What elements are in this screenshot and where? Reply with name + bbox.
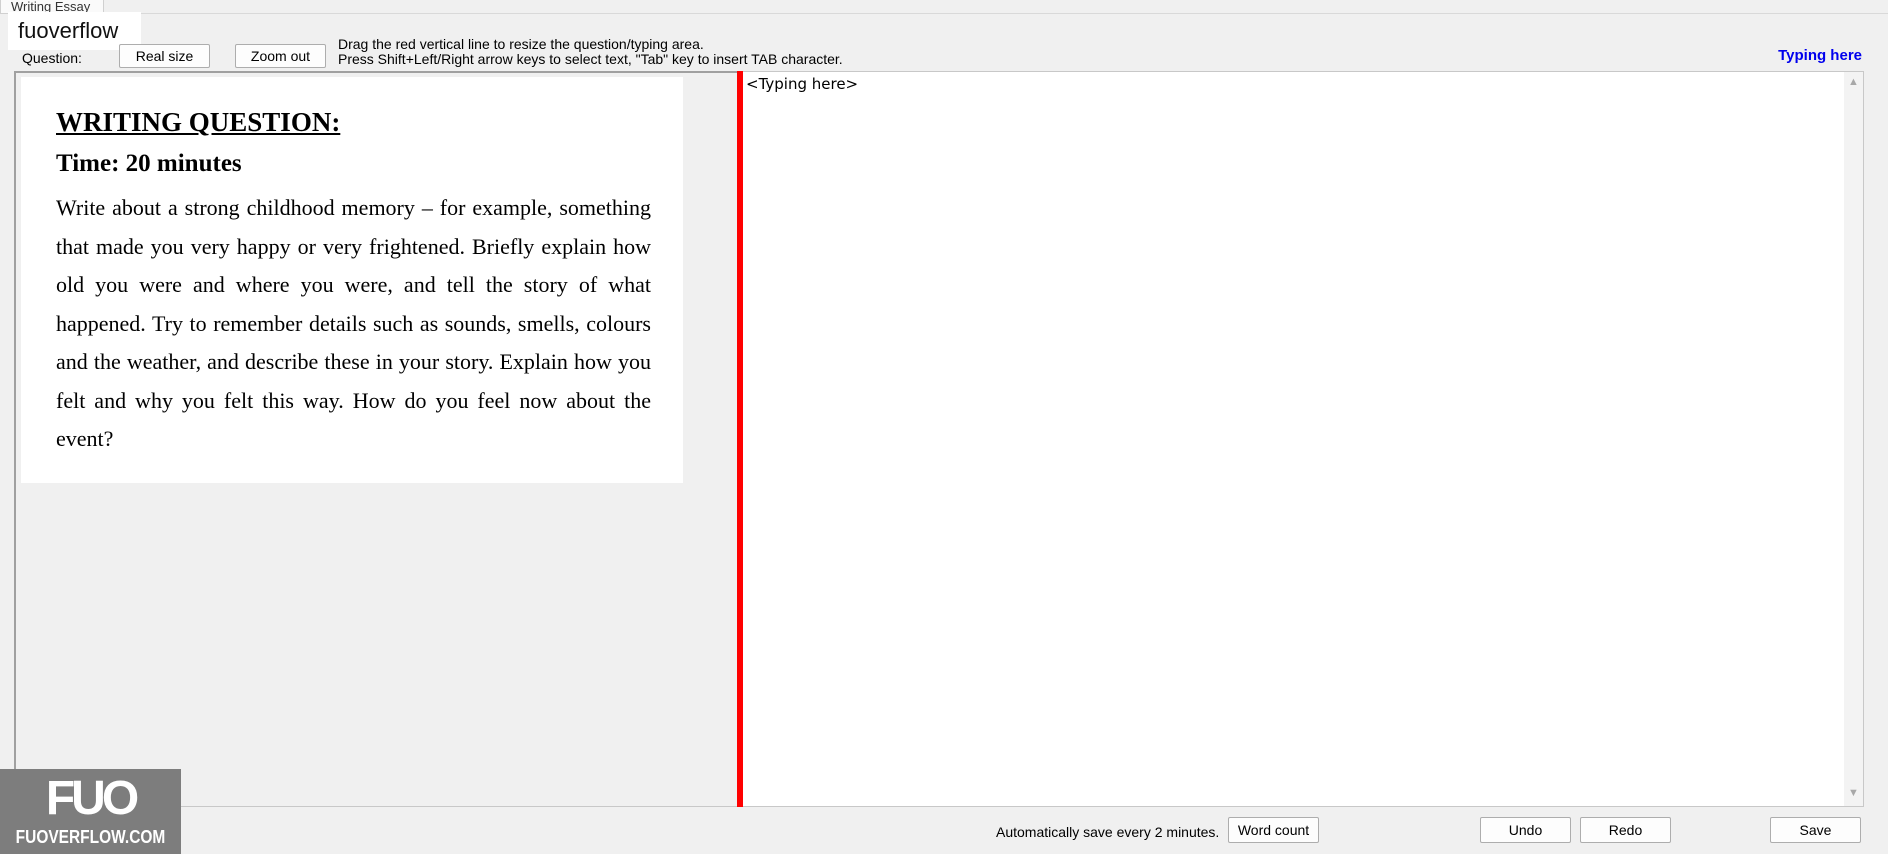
essay-typing-area[interactable] xyxy=(743,71,1864,807)
resize-hint: Drag the red vertical line to resize the… xyxy=(338,36,704,52)
real-size-button[interactable]: Real size xyxy=(119,44,210,68)
question-body: Write about a strong childhood memory – … xyxy=(56,195,651,451)
redo-button[interactable]: Redo xyxy=(1580,817,1671,843)
watermark-logo-text: FUOVERFLOW.COM xyxy=(15,827,166,847)
save-button[interactable]: Save xyxy=(1770,817,1861,843)
question-label: Question: xyxy=(22,50,82,66)
undo-button[interactable]: Undo xyxy=(1480,817,1571,843)
autosave-status: Automatically save every 2 minutes. xyxy=(996,824,1220,840)
question-card: WRITING QUESTION: Time: 20 minutes Write… xyxy=(21,77,683,483)
word-count-button[interactable]: Word count xyxy=(1228,817,1319,843)
keyboard-hint: Press Shift+Left/Right arrow keys to sel… xyxy=(338,51,843,67)
zoom-out-button[interactable]: Zoom out xyxy=(235,44,326,68)
typing-area-placeholder[interactable]: <Typing here> xyxy=(746,75,858,93)
scroll-up-arrow-icon[interactable]: ▲ xyxy=(1844,76,1863,90)
tab-underline xyxy=(104,13,1888,14)
question-title: WRITING QUESTION: xyxy=(56,107,341,137)
question-time-limit: Time: 20 minutes xyxy=(56,150,242,177)
watermark-logo-mark: FUO xyxy=(45,772,139,825)
typing-here-link[interactable]: Typing here xyxy=(1778,47,1862,64)
scroll-down-arrow-icon[interactable]: ▼ xyxy=(1844,787,1863,801)
typing-area-scrollbar[interactable] xyxy=(1844,72,1863,806)
